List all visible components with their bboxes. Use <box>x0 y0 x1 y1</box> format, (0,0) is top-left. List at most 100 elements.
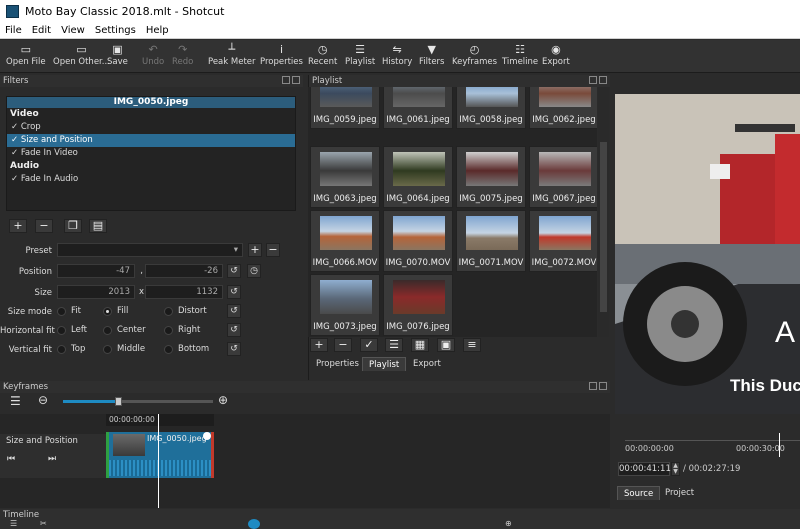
playlist-item[interactable]: IMG_0063.jpeg <box>310 146 380 208</box>
playlist-item[interactable]: IMG_0061.jpeg <box>383 87 453 129</box>
zoom-slider[interactable] <box>63 397 213 406</box>
next-keyframe-icon[interactable]: ⏭ <box>48 454 56 464</box>
viewer-ruler[interactable]: 00:00:00:00 00:00:30:00 <box>615 431 800 461</box>
redo-button[interactable]: ↷ Redo <box>172 43 193 67</box>
float-icon[interactable] <box>589 382 597 390</box>
playlist-item[interactable]: IMG_0062.jpeg <box>529 87 597 129</box>
export-button[interactable]: ◉ Export <box>542 43 570 67</box>
filter-item[interactable]: ✓ Size and Position <box>7 134 295 147</box>
playlist-item[interactable]: IMG_0059.jpeg <box>310 87 380 129</box>
close-icon[interactable] <box>599 76 607 84</box>
vfit-undo-icon[interactable]: ↺ <box>227 342 241 356</box>
size-width-input[interactable]: 2013 <box>57 285 135 299</box>
tab-source[interactable]: Source <box>617 486 661 500</box>
playlist-add-button[interactable]: + <box>310 338 328 352</box>
playlist-item[interactable]: IMG_0071.MOV <box>456 210 526 272</box>
time-spin-icon[interactable]: ▲ ▼ <box>671 462 680 476</box>
position-x-input[interactable]: -47 <box>57 264 135 278</box>
menu-file[interactable]: File <box>0 25 27 36</box>
video-viewer[interactable]: A This Duc <box>615 94 800 414</box>
tab-playlist[interactable]: Playlist <box>362 357 407 371</box>
keyframes-clip[interactable]: IMG_0050.jpeg <box>106 432 214 478</box>
hfit-right-radio[interactable]: Right <box>164 325 200 335</box>
playlist-item[interactable]: IMG_0076.jpeg <box>383 274 453 336</box>
fade-handle[interactable] <box>203 432 211 440</box>
playhead[interactable] <box>779 433 780 457</box>
playlist-detail-view-button[interactable]: ☰ <box>385 338 403 352</box>
menu-help[interactable]: Help <box>141 25 174 36</box>
prev-keyframe-icon[interactable]: ⏮ <box>7 454 15 464</box>
keyframes-menu-icon[interactable]: ☰ <box>10 394 21 408</box>
open-file-button[interactable]: ▭ Open File <box>6 43 46 67</box>
filters-button[interactable]: ▼ Filters <box>419 43 444 67</box>
tab-export[interactable]: Export <box>407 357 447 371</box>
position-undo-icon[interactable]: ↺ <box>227 264 241 278</box>
hfit-undo-icon[interactable]: ↺ <box>227 323 241 337</box>
size-undo-icon[interactable]: ↺ <box>227 285 241 299</box>
zoom-out-icon[interactable]: ⊖ <box>38 393 48 407</box>
playlist-menu-button[interactable]: ≡ <box>463 338 481 352</box>
playlist-item[interactable]: IMG_0064.jpeg <box>383 146 453 208</box>
size-mode-fit-radio[interactable]: Fit <box>57 306 81 316</box>
save-button[interactable]: ▣ Save <box>107 43 128 67</box>
filter-item[interactable]: ✓ Fade In Audio <box>7 173 295 186</box>
filter-item[interactable]: ✓ Crop <box>7 121 295 134</box>
float-icon[interactable] <box>589 76 597 84</box>
vfit-middle-radio[interactable]: Middle <box>103 344 145 354</box>
close-icon[interactable] <box>599 382 607 390</box>
playlist-item[interactable]: IMG_0070.MOV <box>383 210 453 272</box>
undo-button[interactable]: ↶ Undo <box>142 43 164 67</box>
vfit-bottom-radio[interactable]: Bottom <box>164 344 209 354</box>
history-button[interactable]: ⇋ History <box>382 43 412 67</box>
tab-project[interactable]: Project <box>659 486 700 500</box>
recent-button[interactable]: ◷ Recent <box>308 43 337 67</box>
playlist-remove-button[interactable]: − <box>334 338 352 352</box>
size-mode-fill-radio[interactable]: Fill <box>103 306 128 316</box>
float-icon[interactable] <box>282 76 290 84</box>
timeline-menu-icon[interactable]: ☰ <box>10 519 17 528</box>
close-icon[interactable] <box>292 76 300 84</box>
playlist-item[interactable]: IMG_0072.MOV <box>529 210 597 272</box>
add-filter-button[interactable]: + <box>9 219 27 233</box>
timeline-zoom-in-icon[interactable]: ⊕ <box>505 519 512 528</box>
scrollbar-thumb[interactable] <box>600 142 607 312</box>
playlist-scrollbar[interactable] <box>598 87 609 337</box>
current-time-field[interactable]: 00:00:41:11 <box>618 462 671 476</box>
keyframe-stopwatch-icon[interactable]: ◷ <box>247 264 261 278</box>
tab-properties[interactable]: Properties <box>310 357 365 371</box>
paste-filter-button[interactable]: ▤ <box>89 219 107 233</box>
copy-filter-button[interactable]: ❐ <box>64 219 82 233</box>
playlist-button[interactable]: ☰ Playlist <box>345 43 375 67</box>
timeline-button[interactable]: ☷ Timeline <box>502 43 538 67</box>
size-mode-undo-icon[interactable]: ↺ <box>227 304 241 318</box>
menu-settings[interactable]: Settings <box>90 25 141 36</box>
hfit-left-radio[interactable]: Left <box>57 325 87 335</box>
preset-select[interactable]: ▾ <box>57 243 243 257</box>
save-preset-button[interactable]: + <box>248 243 262 257</box>
delete-preset-button[interactable]: − <box>266 243 280 257</box>
playlist-item[interactable]: IMG_0073.jpeg <box>310 274 380 336</box>
playlist-icon-view-button[interactable]: ▣ <box>437 338 455 352</box>
playlist-update-button[interactable]: ✓ <box>360 338 378 352</box>
snap-icon[interactable] <box>248 519 260 529</box>
open-other-button[interactable]: ▭ Open Other... <box>53 43 110 67</box>
cut-icon[interactable]: ✂ <box>40 519 47 528</box>
filter-item[interactable]: ✓ Fade In Video <box>7 147 295 160</box>
vfit-top-radio[interactable]: Top <box>57 344 85 354</box>
keyframes-button[interactable]: ◴ Keyframes <box>452 43 497 67</box>
playlist-tile-view-button[interactable]: ▦ <box>411 338 429 352</box>
size-height-input[interactable]: 1132 <box>145 285 223 299</box>
zoom-slider-handle[interactable] <box>115 397 122 406</box>
properties-button[interactable]: i Properties <box>260 43 303 67</box>
menu-edit[interactable]: Edit <box>27 25 56 36</box>
keyframes-playhead[interactable] <box>158 414 159 508</box>
remove-filter-button[interactable]: − <box>35 219 53 233</box>
zoom-in-icon[interactable]: ⊕ <box>218 393 228 407</box>
playlist-item[interactable]: IMG_0066.MOV <box>310 210 380 272</box>
size-mode-distort-radio[interactable]: Distort <box>164 306 207 316</box>
peak-meter-button[interactable]: ┴ Peak Meter <box>208 43 256 67</box>
position-y-input[interactable]: -26 <box>145 264 223 278</box>
playlist-item[interactable]: IMG_0067.jpeg <box>529 146 597 208</box>
playlist-item[interactable]: IMG_0058.jpeg <box>456 87 526 129</box>
hfit-center-radio[interactable]: Center <box>103 325 146 335</box>
